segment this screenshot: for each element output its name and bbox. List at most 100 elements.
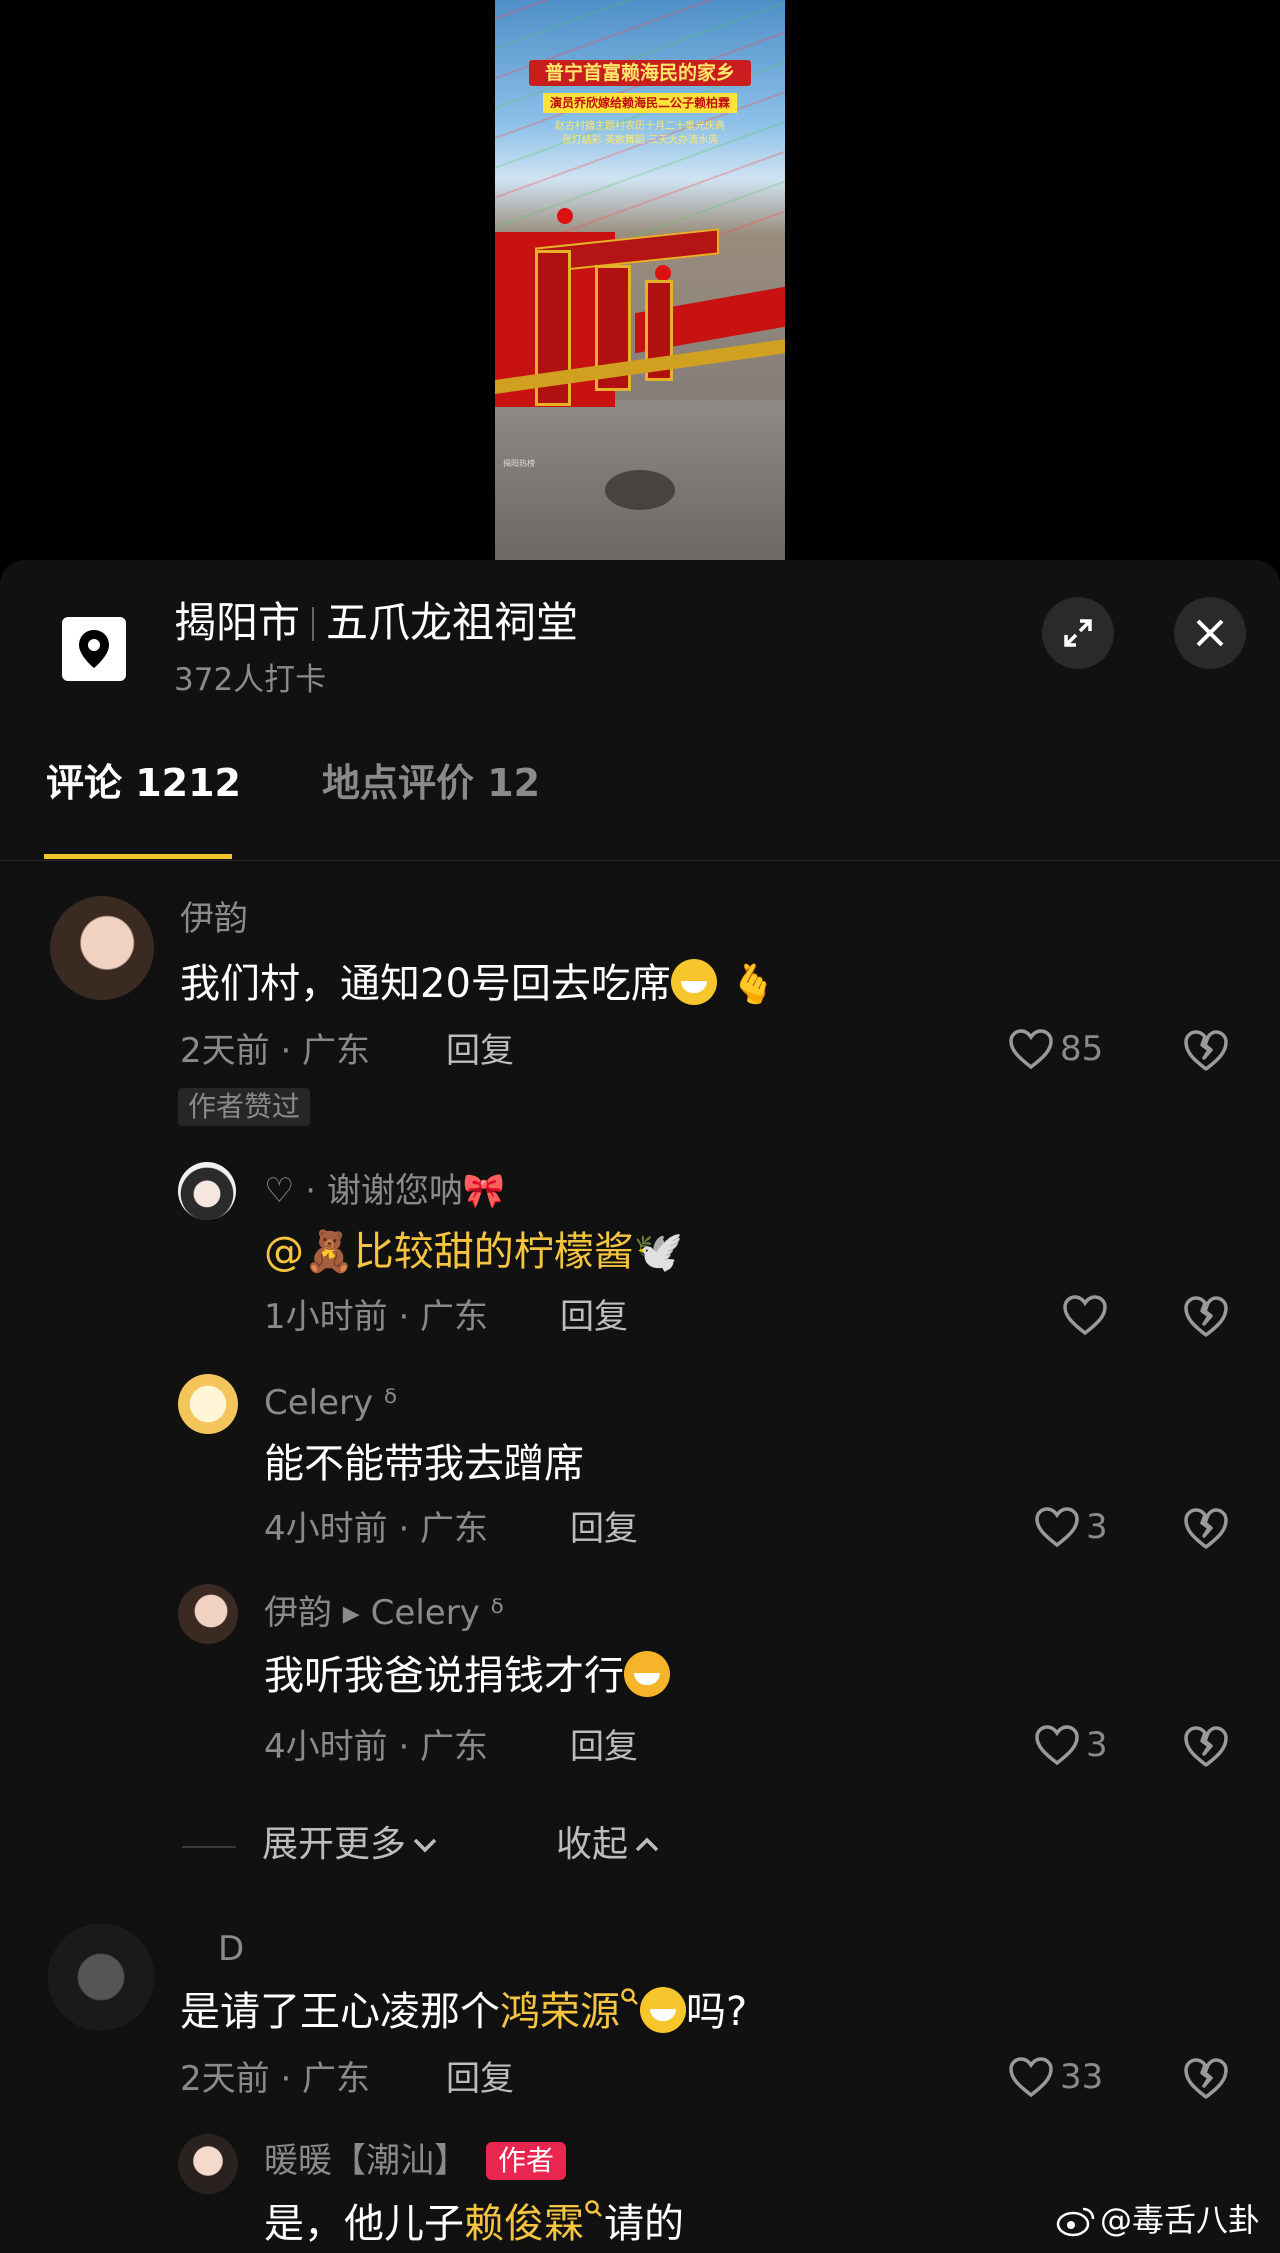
tab-place-reviews[interactable]: 地点评价 12 (322, 758, 540, 808)
comment-text: 是请了王心凌那个鸿荣源 吗? (180, 1986, 747, 2038)
reply-text: 能不能带我去蹭席 (264, 1441, 584, 1487)
heart-icon (1063, 1295, 1107, 1336)
like-count: 85 (1060, 1029, 1104, 1069)
video-watermark: 揭阳热榜 (503, 459, 535, 468)
broken-heart-icon (1184, 2058, 1228, 2099)
like-button[interactable]: 3 (1034, 1506, 1108, 1548)
reply-username[interactable]: Celery ᵟ (264, 1382, 397, 1424)
expand-more-button[interactable]: 展开更多 (262, 1822, 440, 1868)
reply-time-location: 1小时前 · 广东 (264, 1297, 489, 1337)
comment-body-end: 吗? (686, 1989, 748, 2035)
video-title-line-3: 赵古村摘主题村农历十月二十重光庆典 (555, 121, 725, 132)
heart-icon (1035, 1507, 1079, 1548)
reply-username[interactable]: 伊韵 ▸ Celery ᵟ (264, 1592, 504, 1634)
reply-username[interactable]: 暖暖【潮汕】 (264, 2141, 468, 2181)
reply-username-row: 暖暖【潮汕】 作者 (264, 2140, 567, 2182)
reply-text: 是，他儿子赖俊霖 请的 (264, 2198, 684, 2250)
grinning-emoji (640, 1987, 686, 2033)
dislike-button[interactable] (1182, 1294, 1230, 1342)
mention-link[interactable]: @🧸比较甜的柠檬酱🕊️ (264, 1229, 684, 1275)
video-player[interactable]: 普宁首富赖海民的家乡 演员乔欣嫁给赖海民二公子赖柏霖 赵古村摘主题村农历十月二十… (0, 0, 1280, 560)
reply-button[interactable]: 回复 (570, 1726, 638, 1768)
dislike-button[interactable] (1182, 2056, 1230, 2104)
comment-text: 我们村，通知20号回去吃席 🫰 (180, 958, 777, 1010)
reply-username[interactable]: ♡ · 谢谢您呐🎀 (264, 1170, 505, 1212)
like-count: 3 (1086, 1507, 1108, 1547)
avatar[interactable] (178, 1584, 238, 1644)
comment-time-location: 2天前 · 广东 (180, 2059, 371, 2099)
search-icon (585, 2200, 602, 2217)
reply-text: @🧸比较甜的柠檬酱🕊️ (264, 1226, 684, 1278)
heart-icon (1009, 1029, 1053, 1070)
avatar[interactable] (48, 1924, 154, 2030)
search-keyword-link[interactable]: 鸿荣源 (500, 1988, 640, 2035)
active-tab-indicator (44, 854, 232, 859)
divider (0, 860, 1280, 861)
weibo-watermark: @毒舌八卦 (1056, 2200, 1260, 2240)
like-count: 33 (1060, 2057, 1104, 2097)
watermark-text: @毒舌八卦 (1100, 2201, 1261, 2239)
checkin-count: 372人打卡 (174, 662, 327, 698)
reply-button[interactable]: 回复 (570, 1508, 638, 1550)
dislike-button[interactable] (1182, 1028, 1230, 1076)
collapse-button[interactable]: 收起 (556, 1822, 662, 1868)
reply-body: 我听我爸说捐钱才行 (264, 1653, 624, 1699)
reply-button[interactable]: 回复 (446, 2058, 514, 2100)
location-title[interactable]: 揭阳市 五爪龙祖祠堂 (174, 598, 578, 648)
keyword-label: 赖俊霖 (464, 2201, 584, 2247)
like-button[interactable]: 33 (1008, 2056, 1103, 2098)
video-title-line-2: 演员乔欣嫁给赖海民二公子赖柏霖 (543, 93, 737, 113)
author-liked-badge: 作者赞过 (178, 1088, 311, 1126)
collapse-label: 收起 (556, 1824, 629, 1865)
comment-body: 我们村，通知20号回去吃席 (180, 961, 671, 1007)
tab-comments[interactable]: 评论 1212 (46, 758, 241, 808)
like-button[interactable]: 85 (1008, 1028, 1103, 1070)
close-icon (1196, 619, 1224, 647)
laughing-emoji (624, 1651, 670, 1697)
lantern (557, 208, 573, 224)
expand-icon (1064, 619, 1092, 647)
dislike-button[interactable] (1182, 1724, 1230, 1772)
heart-icon (1035, 1725, 1079, 1766)
avatar[interactable] (178, 2134, 238, 2194)
broken-heart-icon (1184, 1296, 1228, 1337)
search-keyword-link[interactable]: 赖俊霖 (464, 2200, 604, 2247)
comment-username[interactable]: D (218, 1928, 244, 1970)
broken-heart-icon (1184, 1508, 1228, 1549)
dislike-button[interactable] (1182, 1506, 1230, 1554)
reply-text: 我听我爸说捐钱才行 (264, 1650, 670, 1702)
video-thumbnail[interactable]: 普宁首富赖海民的家乡 演员乔欣嫁给赖海民二公子赖柏霖 赵古村摘主题村农历十月二十… (495, 0, 785, 560)
like-button[interactable]: 3 (1034, 1724, 1108, 1766)
comment-time-location: 2天前 · 广东 (180, 1031, 371, 1071)
expand-button[interactable] (1042, 597, 1114, 669)
avatar[interactable] (178, 1162, 236, 1220)
heart-icon (1009, 2057, 1053, 2098)
reply-body-end: 请的 (604, 2201, 684, 2247)
like-count: 3 (1086, 1725, 1108, 1765)
search-icon (621, 1988, 638, 2005)
expand-more-label: 展开更多 (262, 1824, 407, 1865)
weibo-icon (1056, 2207, 1095, 2237)
divider (312, 607, 315, 641)
avatar[interactable] (50, 896, 154, 1000)
reply-button[interactable]: 回复 (446, 1030, 514, 1072)
video-title-line-1: 普宁首富赖海民的家乡 (529, 60, 751, 86)
location-place: 五爪龙祖祠堂 (326, 598, 579, 647)
broken-heart-icon (1184, 1726, 1228, 1767)
finger-heart-emoji: 🫰 (729, 962, 777, 1006)
avatar[interactable] (178, 1374, 238, 1434)
close-button[interactable] (1174, 597, 1246, 669)
keyword-label: 鸿荣源 (500, 1989, 620, 2035)
comment-body: 是请了王心凌那个 (180, 1989, 500, 2035)
location-city: 揭阳市 (174, 598, 301, 647)
lantern (655, 265, 671, 281)
chevron-up-icon (635, 1837, 659, 1852)
like-button[interactable] (1062, 1294, 1108, 1336)
reply-time-location: 4小时前 · 广东 (264, 1509, 489, 1549)
video-title-line-4: 张灯结彩 美歌舞蹈 三天大办流水席 (561, 135, 719, 146)
shadow (605, 470, 675, 510)
reply-button[interactable]: 回复 (560, 1296, 628, 1338)
chevron-down-icon (413, 1838, 437, 1853)
location-pin-icon (62, 617, 126, 681)
comment-username[interactable]: 伊韵 (180, 898, 248, 940)
